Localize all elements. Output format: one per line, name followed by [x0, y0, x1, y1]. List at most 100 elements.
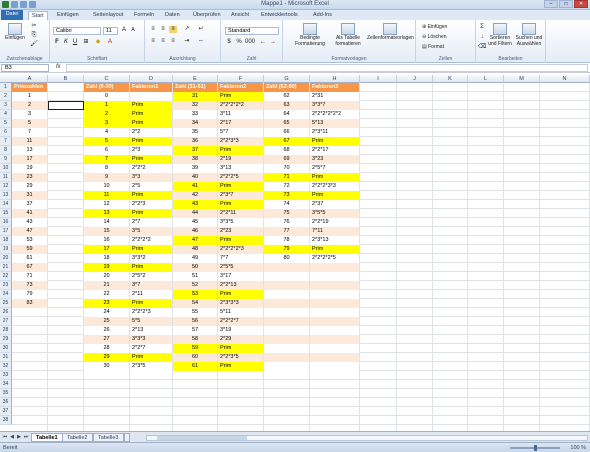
number-cell[interactable]: 46 — [173, 227, 217, 236]
number-cell[interactable]: 59 — [173, 344, 217, 353]
empty-cell[interactable] — [264, 299, 309, 308]
empty-cell[interactable] — [310, 317, 359, 326]
align-bottom-icon[interactable]: ≡ — [169, 26, 177, 33]
number-cell[interactable]: 6 — [84, 146, 129, 155]
prime-cell[interactable]: 67 — [12, 263, 47, 272]
factor-cell[interactable]: 5*7 — [218, 128, 263, 137]
number-cell[interactable]: 63 — [264, 101, 309, 110]
number-cell[interactable]: 30 — [84, 362, 129, 371]
factor-cell[interactable]: 2*2*11 — [218, 209, 263, 218]
factor-cell[interactable]: 3*23 — [310, 155, 359, 164]
tab-einfügen[interactable]: Einfügen — [54, 11, 82, 20]
header-faktoren3[interactable]: Faktoren3 — [310, 83, 359, 92]
row-header[interactable]: 13 — [0, 191, 12, 200]
row-header[interactable]: 20 — [0, 254, 12, 263]
factor-cell[interactable]: 2*2*19 — [310, 218, 359, 227]
number-cell[interactable]: 25 — [84, 317, 129, 326]
number-cell[interactable]: 44 — [173, 209, 217, 218]
wrap-text-icon[interactable]: ↵ — [197, 26, 205, 33]
number-cell[interactable]: 52 — [173, 281, 217, 290]
row-header[interactable]: 21 — [0, 263, 12, 272]
delete-cells-button[interactable]: ⊖ Löschen — [422, 34, 447, 40]
number-cell[interactable]: 19 — [84, 263, 129, 272]
factor-cell[interactable]: Prim — [130, 155, 172, 164]
empty-cell[interactable] — [310, 335, 359, 344]
prime-cell[interactable]: 2 — [12, 101, 47, 110]
number-cell[interactable]: 29 — [84, 353, 129, 362]
row-header[interactable]: 33 — [0, 371, 12, 380]
factor-cell[interactable]: 2*37 — [310, 200, 359, 209]
factor-cell[interactable]: Prim — [218, 146, 263, 155]
row-header[interactable]: 5 — [0, 119, 12, 128]
factor-cell[interactable]: 5*11 — [218, 308, 263, 317]
factor-cell[interactable]: Prim — [218, 182, 263, 191]
empty-cell[interactable] — [310, 326, 359, 335]
prime-cell[interactable]: 53 — [12, 236, 47, 245]
number-cell[interactable]: 32 — [173, 101, 217, 110]
factor-cell[interactable]: 2*3*13 — [310, 236, 359, 245]
factor-cell[interactable]: Prim — [310, 191, 359, 200]
factor-cell[interactable]: Prim — [130, 299, 172, 308]
factor-cell[interactable]: 2*29 — [218, 335, 263, 344]
row-header[interactable]: 26 — [0, 308, 12, 317]
tab-entwicklertools[interactable]: Entwicklertools — [258, 11, 301, 20]
column-header-e[interactable]: E — [173, 75, 218, 83]
fill-icon[interactable]: ↓ — [478, 34, 486, 41]
factor-cell[interactable]: 3*13 — [218, 164, 263, 173]
factor-cell[interactable]: 2*11 — [130, 290, 172, 299]
zoom-knob[interactable] — [534, 445, 537, 451]
factor-cell[interactable]: Prim — [130, 137, 172, 146]
number-format-select[interactable]: Standard — [225, 27, 279, 35]
number-cell[interactable]: 1 — [84, 101, 129, 110]
number-cell[interactable]: 41 — [173, 182, 217, 191]
factor-cell[interactable]: 3*3*3 — [130, 335, 172, 344]
prime-cell[interactable]: 59 — [12, 245, 47, 254]
column-header-c[interactable]: C — [84, 75, 130, 83]
shrink-font-icon[interactable]: A — [129, 27, 137, 34]
tab-daten[interactable]: Daten — [162, 11, 183, 20]
format-cells-button[interactable]: ▤ Format — [422, 44, 444, 50]
number-cell[interactable]: 24 — [84, 308, 129, 317]
factor-cell[interactable]: Prim — [130, 353, 172, 362]
number-cell[interactable]: 15 — [84, 227, 129, 236]
row-header[interactable]: 9 — [0, 155, 12, 164]
column-header-a[interactable]: A — [12, 75, 48, 83]
factor-cell[interactable]: 2*2*2*7 — [218, 317, 263, 326]
prime-cell[interactable]: 37 — [12, 200, 47, 209]
number-cell[interactable]: 3 — [84, 119, 129, 128]
factor-cell[interactable]: 2*2*2*5 — [218, 173, 263, 182]
insert-cells-button[interactable]: ⊕ Einfügen — [422, 24, 447, 30]
factor-cell[interactable]: 2*2*2*3 — [130, 308, 172, 317]
row-header[interactable]: 30 — [0, 344, 12, 353]
copy-icon[interactable]: ⎘ — [30, 32, 38, 39]
decrease-decimal-icon[interactable]: → — [269, 39, 277, 46]
row-header[interactable]: 17 — [0, 227, 12, 236]
header-zahl-62-80[interactable]: Zahl (62-80) — [264, 83, 309, 92]
number-cell[interactable]: 40 — [173, 173, 217, 182]
italic-button[interactable]: K — [62, 39, 70, 46]
align-top-icon[interactable]: ≡ — [149, 26, 157, 33]
column-header-g[interactable]: G — [264, 75, 310, 83]
factor-cell[interactable]: 2*3*5 — [130, 362, 172, 371]
align-middle-icon[interactable]: ≡ — [159, 26, 167, 33]
number-cell[interactable]: 23 — [84, 299, 129, 308]
number-cell[interactable]: 18 — [84, 254, 129, 263]
factor-cell[interactable]: 2*2*3 — [130, 200, 172, 209]
number-cell[interactable]: 4 — [84, 128, 129, 137]
number-cell[interactable]: 12 — [84, 200, 129, 209]
fill-color-icon[interactable]: ◆ — [94, 39, 102, 46]
next-sheet-icon[interactable]: ▶ — [16, 434, 22, 440]
align-left-icon[interactable]: ≡ — [149, 38, 157, 45]
factor-cell[interactable]: Prim — [310, 245, 359, 254]
border-icon[interactable]: ⊞ — [82, 39, 90, 46]
minimize-button[interactable]: – — [544, 0, 558, 8]
row-header[interactable]: 8 — [0, 146, 12, 155]
factor-cell[interactable]: Prim — [218, 200, 263, 209]
thousands-icon[interactable]: 000 — [245, 39, 255, 46]
factor-cell[interactable]: Prim — [218, 236, 263, 245]
number-cell[interactable]: 14 — [84, 218, 129, 227]
row-header[interactable]: 34 — [0, 380, 12, 389]
factor-cell[interactable]: 2*5*7 — [310, 164, 359, 173]
prime-cell[interactable]: 43 — [12, 218, 47, 227]
header-zahl-0-30[interactable]: Zahl (0-30) — [84, 83, 129, 92]
